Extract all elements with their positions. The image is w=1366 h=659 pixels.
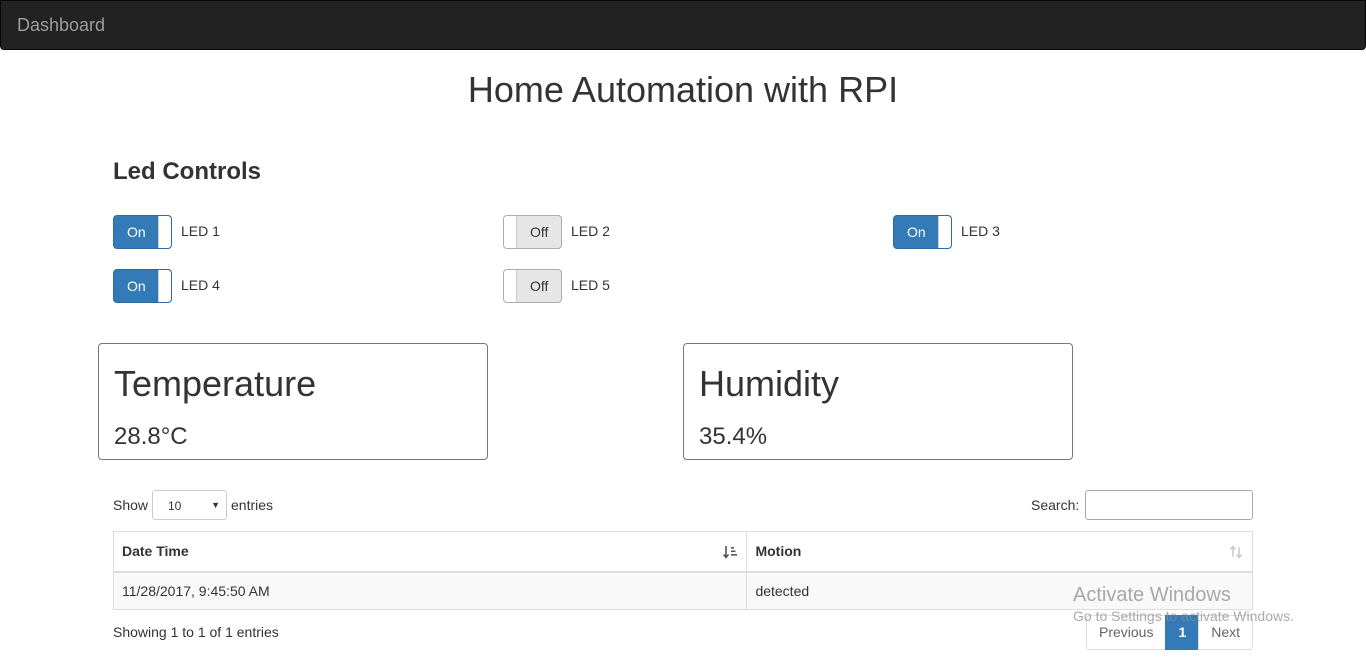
page-1-button[interactable]: 1	[1165, 615, 1200, 650]
led-3-toggle[interactable]: On	[893, 215, 952, 249]
cell-date-time: 11/28/2017, 9:45:50 AM	[112, 571, 748, 610]
led-1-toggle[interactable]: On	[113, 215, 172, 249]
humidity-title: Humidity	[699, 363, 840, 404]
motion-table: Date Time Motion 11/28/2017, 9:45:50 AM …	[112, 531, 1253, 610]
top-navbar: Dashboard	[0, 0, 1366, 50]
led-1-state: On	[127, 224, 146, 240]
column-header-date-time[interactable]: Date Time	[112, 531, 748, 573]
sort-ascending-icon	[723, 546, 738, 559]
led-5-state: Off	[530, 278, 549, 294]
led-4-state: On	[127, 278, 146, 294]
toggle-handle	[504, 216, 517, 248]
led-3-label: LED 3	[961, 223, 1000, 239]
temperature-card: Temperature 28.8°C	[98, 343, 488, 460]
led-2-toggle[interactable]: Off	[503, 215, 562, 249]
temperature-title: Temperature	[114, 363, 317, 404]
column-header-motion[interactable]: Motion	[746, 531, 1253, 573]
table-row: 11/28/2017, 9:45:50 AM detected	[112, 571, 1253, 610]
search-input[interactable]	[1085, 490, 1253, 520]
column-header-label: Motion	[755, 543, 802, 560]
led-3-state: On	[907, 224, 926, 240]
led-4-toggle[interactable]: On	[113, 269, 172, 303]
entries-select-value: 10	[168, 499, 182, 513]
toggle-handle	[938, 216, 951, 248]
humidity-card: Humidity 35.4%	[683, 343, 1073, 460]
led-4-label: LED 4	[181, 277, 220, 293]
entries-label: entries	[231, 497, 274, 513]
led-2-state: Off	[530, 224, 549, 240]
show-label: Show	[113, 497, 149, 513]
temperature-value: 28.8°C	[114, 423, 188, 450]
sort-both-icon	[1229, 545, 1243, 559]
toggle-handle	[158, 216, 171, 248]
caret-down-icon: ▼	[211, 500, 220, 510]
led-1-label: LED 1	[181, 223, 220, 239]
humidity-value: 35.4%	[699, 423, 768, 450]
led-controls-heading: Led Controls	[113, 158, 261, 185]
table-info: Showing 1 to 1 of 1 entries	[113, 624, 279, 640]
pagination: Previous 1 Next	[1086, 615, 1254, 650]
cell-motion: detected	[746, 571, 1253, 610]
led-5-label: LED 5	[571, 277, 610, 293]
led-5-toggle[interactable]: Off	[503, 269, 562, 303]
search-label: Search:	[1031, 497, 1080, 513]
previous-page-button[interactable]: Previous	[1086, 615, 1167, 650]
table-search: Search:	[1031, 490, 1253, 520]
navbar-brand-dashboard[interactable]: Dashboard	[17, 14, 105, 36]
entries-select[interactable]: 10 ▼	[152, 490, 227, 520]
next-page-button[interactable]: Next	[1198, 615, 1254, 650]
column-header-label: Date Time	[122, 543, 189, 560]
led-2-label: LED 2	[571, 223, 610, 239]
toggle-handle	[158, 270, 171, 302]
page-title: Home Automation with RPI	[467, 69, 899, 110]
toggle-handle	[504, 270, 517, 302]
